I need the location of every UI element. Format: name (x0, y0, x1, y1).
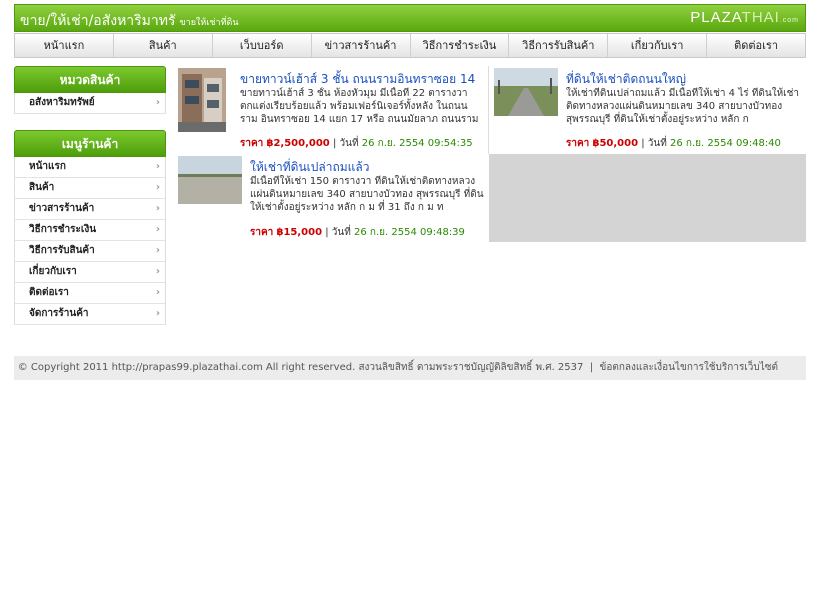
chevron-right-icon: › (155, 224, 160, 235)
nav-webboard[interactable]: เว็บบอร์ด (213, 34, 312, 57)
menu-item-label: หน้าแรก (29, 161, 66, 172)
chevron-right-icon: › (155, 266, 160, 277)
chevron-right-icon: › (155, 203, 160, 214)
logo-com: .com (779, 17, 799, 24)
chevron-right-icon: › (155, 287, 160, 298)
footer-separator: | (589, 362, 594, 373)
post-date: 26 ก.ย. 2554 09:48:39 (354, 227, 465, 238)
menu-item-products[interactable]: สินค้า › (15, 178, 165, 199)
chevron-right-icon: › (155, 245, 160, 256)
menu-item-manage-shop[interactable]: จัดการร้านค้า › (15, 304, 165, 325)
shop-menu-heading: เมนูร้านค้า (14, 130, 166, 157)
product-price-line: ราคา ฿15,000 | วันที่ 26 ก.ย. 2554 09:48… (250, 227, 465, 238)
date-label: วันที่ (331, 227, 351, 238)
nav-contact[interactable]: ติดต่อเรา (707, 34, 805, 57)
menu-item-about[interactable]: เกี่ยวกับเรา › (15, 262, 165, 283)
product-description: มีเนื้อที่ให้เช่า 150 ตารางวา ที่ดินให้เ… (250, 176, 484, 213)
category-heading: หมวดสินค้า (14, 66, 166, 93)
site-subtitle: ขายให้เช่าที่ดิน (179, 18, 239, 28)
nav-home[interactable]: หน้าแรก (15, 34, 114, 57)
date-label: วันที่ (339, 138, 359, 149)
product-description: ขายทาวน์เฮ้าส์ 3 ชั้น ห้องหัวมุม มีเนื้อ… (240, 88, 479, 125)
product-price-line: ราคา ฿2,500,000 | วันที่ 26 ก.ย. 2554 09… (240, 138, 473, 149)
nav-about[interactable]: เกี่ยวกับเรา (608, 34, 708, 57)
product-price-line: ราคา ฿50,000 | วันที่ 26 ก.ย. 2554 09:48… (566, 138, 781, 149)
price-label: ราคา (250, 227, 274, 238)
nav-payment[interactable]: วิธีการชำระเงิน (411, 34, 510, 57)
post-date: 26 ก.ย. 2554 09:48:40 (670, 138, 781, 149)
category-item-label: อสังหาริมทรัพย์ (29, 97, 95, 108)
logo-main: PLAZA (690, 9, 742, 26)
shop-menu-box: เมนูร้านค้า หน้าแรก › สินค้า › ข่าวสารร้าน… (14, 130, 166, 325)
menu-item-contact[interactable]: ติดต่อเรา › (15, 283, 165, 304)
post-date: 26 ก.ย. 2554 09:54:35 (361, 138, 473, 149)
product-card: ขายทาวน์เฮ้าส์ 3 ชั้น ถนนรามอินทราซอย 14… (178, 68, 484, 152)
chevron-right-icon: › (155, 97, 160, 108)
product-card: ให้เช่าที่ดินเปล่าถมแล้ว มีเนื้อที่ให้เช… (178, 156, 484, 242)
menu-item-label: สินค้า (29, 182, 55, 193)
menu-item-label: จัดการร้านค้า (29, 308, 89, 319)
price-value: ฿15,000 (276, 227, 323, 238)
site-footer: © Copyright 2011 http://prapas99.plazath… (14, 356, 806, 380)
site-header: ขาย/ให้เช่า/อสังหาริมาทรั ขายให้เช่าที่ดิ… (14, 4, 806, 32)
product-description: ให้เช่าที่ดินเปล่าถมแล้ว มีเนื้อที่ให้เช… (566, 88, 799, 125)
menu-item-payment[interactable]: วิธีการชำระเงิน › (15, 220, 165, 241)
main-nav: หน้าแรก สินค้า เว็บบอร์ด ข่าวสารร้านค้า … (14, 33, 806, 58)
menu-item-label: ข่าวสารร้านค้า (29, 203, 95, 214)
terms-link[interactable]: ข้อตกลงและเงื่อนไขการใช้บริการเว็บไซต์ (599, 362, 778, 373)
category-item-real-estate[interactable]: อสังหาริมทรัพย์ › (15, 93, 165, 114)
site-title: ขาย/ให้เช่า/อสังหาริมาทรั ขายให้เช่าที่ดิ… (20, 10, 239, 32)
menu-item-label: เกี่ยวกับเรา (29, 266, 77, 277)
menu-item-news[interactable]: ข่าวสารร้านค้า › (15, 199, 165, 220)
menu-item-label: วิธีการรับสินค้า (29, 245, 95, 256)
category-list: อสังหาริมทรัพย์ › (14, 93, 166, 114)
menu-item-home[interactable]: หน้าแรก › (15, 157, 165, 178)
shop-menu-list: หน้าแรก › สินค้า › ข่าวสารร้านค้า › วิธีการ… (14, 157, 166, 325)
date-label: วันที่ (647, 138, 667, 149)
menu-item-label: ติดต่อเรา (29, 287, 69, 298)
nav-products[interactable]: สินค้า (114, 34, 213, 57)
price-label: ราคา (240, 138, 264, 149)
column-divider (488, 66, 489, 154)
copyright-text: © Copyright 2011 http://prapas99.plazath… (17, 362, 584, 373)
price-value: ฿2,500,000 (266, 138, 330, 149)
product-card: ที่ดินให้เช่าติดถนนใหญ่ ให้เช่าที่ดินเปล… (494, 68, 804, 152)
empty-product-slot (489, 154, 806, 242)
menu-item-delivery[interactable]: วิธีการรับสินค้า › (15, 241, 165, 262)
chevron-right-icon: › (155, 308, 160, 319)
product-thumbnail-land-road[interactable] (494, 68, 558, 116)
product-thumbnail-townhouse[interactable] (178, 68, 226, 132)
chevron-right-icon: › (155, 182, 160, 193)
category-box: หมวดสินค้า อสังหาริมทรัพย์ › (14, 66, 166, 114)
nav-delivery[interactable]: วิธีการรับสินค้า (509, 34, 609, 57)
menu-item-label: วิธีการชำระเงิน (29, 224, 97, 235)
price-value: ฿50,000 (592, 138, 639, 149)
site-title-text: ขาย/ให้เช่า/อสังหาริมาทรั (20, 13, 176, 29)
nav-news[interactable]: ข่าวสารร้านค้า (312, 34, 411, 57)
logo-thai: THAI (741, 9, 780, 26)
price-label: ราคา (566, 138, 590, 149)
plazathai-logo[interactable]: PLAZATHAI.com (690, 9, 799, 26)
product-thumbnail-land-lot[interactable] (178, 156, 242, 204)
chevron-right-icon: › (155, 161, 160, 172)
